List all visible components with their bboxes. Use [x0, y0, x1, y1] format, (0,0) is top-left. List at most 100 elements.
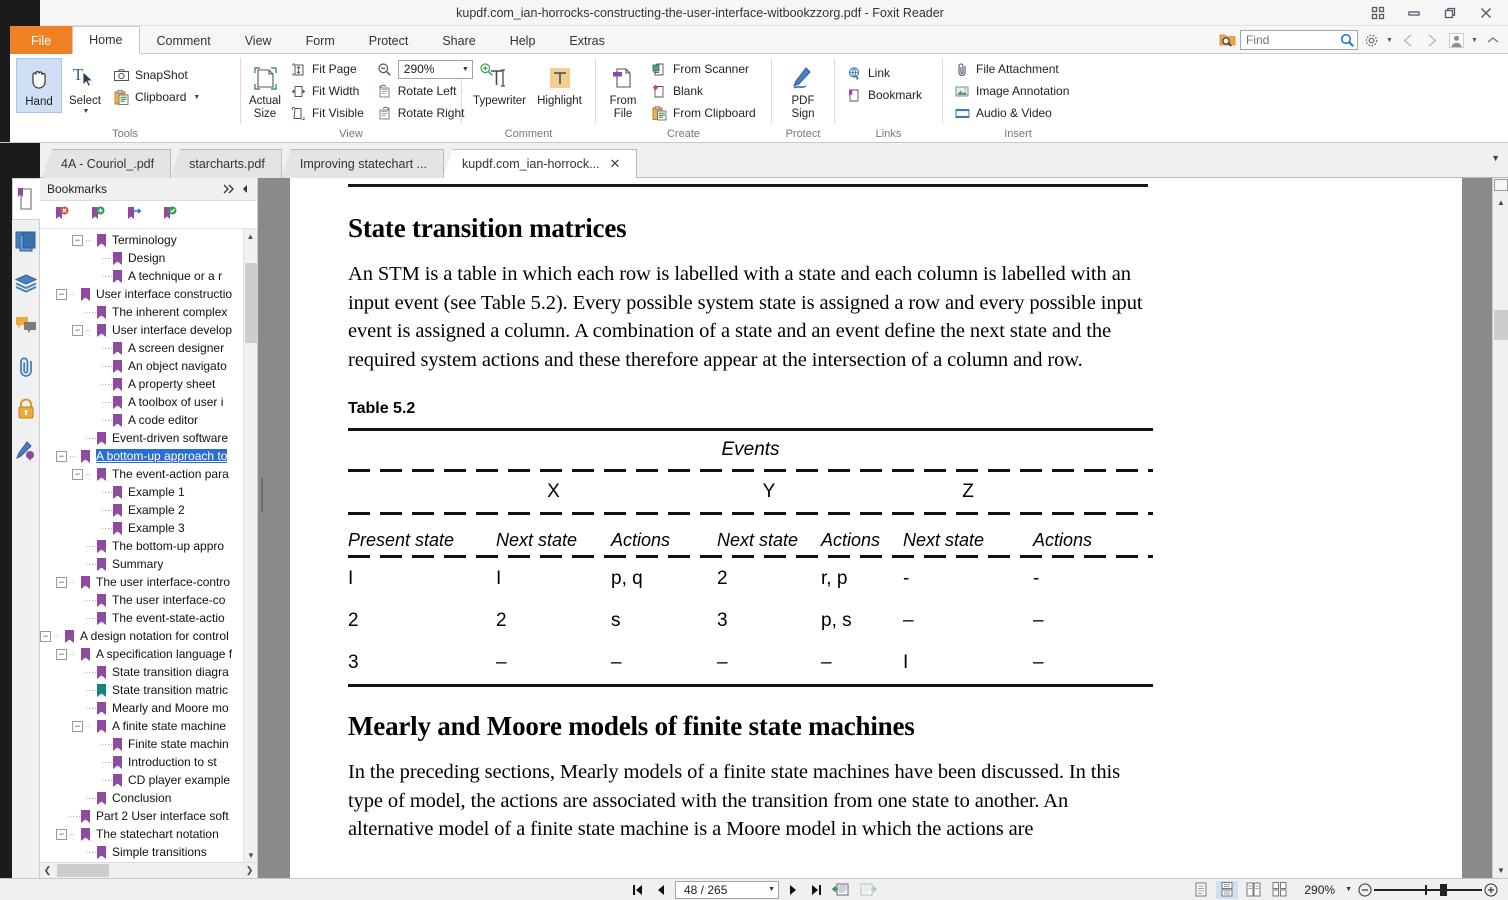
collapse-ribbon-icon[interactable]: [1482, 28, 1504, 52]
bookmark-item[interactable]: ···· State transition diagra: [40, 663, 257, 681]
zoom-slider-track[interactable]: [1374, 883, 1482, 897]
bookmark-item[interactable]: − ·· The statechart notation: [40, 825, 257, 843]
bookmark-item[interactable]: ···· A technique or a r: [40, 267, 257, 285]
bookmark-item[interactable]: ···· Introduction to st: [40, 753, 257, 771]
bookmark-item[interactable]: − ·· The event-action para: [40, 465, 257, 483]
menu-tab-view[interactable]: View: [228, 26, 289, 54]
forward-arrow-icon[interactable]: [1421, 28, 1443, 52]
maximize-icon[interactable]: [1432, 0, 1468, 26]
bookmark-item[interactable]: ···· Part 2 User interface soft: [40, 807, 257, 825]
find-input[interactable]: [1246, 33, 1340, 47]
collapse-toggle-icon[interactable]: −: [72, 234, 83, 246]
menu-tab-file[interactable]: File: [10, 26, 73, 54]
bookmark-item[interactable]: ···· Example 3: [40, 519, 257, 537]
document-tab-3[interactable]: kupdf.com_ian-horrock... ✕: [442, 149, 638, 178]
bookmarks-vertical-scrollbar[interactable]: ▲ ▼: [243, 229, 257, 862]
select-dropdown-caret-icon[interactable]: ▼: [83, 108, 90, 116]
snapshot-button[interactable]: SnapShot: [108, 64, 205, 86]
collapse-toggle-icon[interactable]: −: [72, 324, 83, 336]
document-tab-0[interactable]: 4A - Couriol_.pdf: [42, 149, 172, 178]
scroll-down-arrow-icon[interactable]: ▼: [244, 848, 257, 862]
rail-pages-button[interactable]: [12, 220, 40, 262]
collapse-toggle-icon[interactable]: −: [72, 720, 83, 732]
document-tab-2[interactable]: Improving statechart ...: [280, 149, 444, 178]
layout-facing-button[interactable]: [1242, 881, 1264, 899]
document-scroll-thumb[interactable]: [1494, 310, 1508, 340]
menu-tab-protect[interactable]: Protect: [352, 26, 426, 54]
fit-width-button[interactable]: Fit Width: [285, 80, 369, 102]
zoom-preset-caret-icon[interactable]: ▼: [1345, 886, 1352, 893]
menu-tab-help[interactable]: Help: [493, 26, 553, 54]
bookmark-item[interactable]: ···· State transition matric: [40, 681, 257, 699]
bookmark-item[interactable]: − ·· A design notation for control: [40, 627, 257, 645]
typewriter-button[interactable]: Typewriter: [469, 58, 531, 111]
panel-splitter[interactable]: [258, 178, 266, 878]
from-file-button[interactable]: From File: [602, 58, 644, 123]
bookmark-item[interactable]: − ·· User interface develop: [40, 321, 257, 339]
bookmark-item[interactable]: ···· A toolbox of user i: [40, 393, 257, 411]
scroll-top-box[interactable]: [1494, 179, 1508, 191]
previous-page-button[interactable]: [652, 881, 670, 899]
highlight-button[interactable]: Highlight: [531, 58, 589, 111]
menu-tab-extras[interactable]: Extras: [552, 26, 621, 54]
tab-overflow-caret-icon[interactable]: ▼: [1491, 153, 1500, 163]
account-avatar-icon[interactable]: [1445, 28, 1467, 52]
gear-dropdown-caret-icon[interactable]: ▼: [1384, 28, 1395, 52]
bookmark-item[interactable]: ···· CD player example: [40, 771, 257, 789]
bookmark-item[interactable]: ···· A code editor: [40, 411, 257, 429]
bookmarks-tree[interactable]: − ·· Terminology ···· Design ···· A technique …: [40, 229, 257, 862]
fit-page-button[interactable]: Fit Page: [285, 58, 369, 80]
scroll-up-arrow-icon[interactable]: ▲: [244, 229, 257, 243]
document-view[interactable]: State transition matrices An STM is a ta…: [266, 178, 1508, 878]
collapse-toggle-icon[interactable]: −: [72, 468, 83, 480]
scroll-down-arrow-icon[interactable]: ▼: [1493, 862, 1508, 878]
rail-attachments-button[interactable]: [12, 346, 40, 388]
actual-size-button[interactable]: Actual Size: [247, 58, 283, 123]
document-vertical-scrollbar[interactable]: ▲ ▼: [1492, 178, 1508, 878]
scroll-right-arrow-icon[interactable]: ❯: [242, 865, 257, 876]
expand-panel-icon[interactable]: [221, 179, 237, 199]
bookmark-item[interactable]: − ·· The user interface-contro: [40, 573, 257, 591]
rail-security-button[interactable]: [12, 388, 40, 430]
collapse-toggle-icon[interactable]: −: [56, 450, 67, 462]
bookmarks-horizontal-scrollbar[interactable]: ❮ ❯: [40, 862, 257, 878]
close-tab-icon[interactable]: ✕: [610, 156, 621, 172]
menu-tab-comment[interactable]: Comment: [140, 26, 228, 54]
bookmark-verify-icon[interactable]: [160, 205, 180, 225]
bookmark-item[interactable]: ···· Example 1: [40, 483, 257, 501]
bookmark-item[interactable]: ···· Design: [40, 249, 257, 267]
clipboard-button[interactable]: Clipboard ▼: [108, 86, 205, 108]
bookmark-item[interactable]: ···· Conclusion: [40, 789, 257, 807]
bookmark-item[interactable]: − ·· A finite state machine: [40, 717, 257, 735]
scroll-up-arrow-icon[interactable]: ▲: [1493, 194, 1508, 210]
menu-tab-form[interactable]: Form: [289, 26, 352, 54]
collapse-toggle-icon[interactable]: −: [56, 576, 67, 588]
rail-layers-button[interactable]: [12, 262, 40, 304]
rail-bookmarks-button[interactable]: [12, 178, 40, 220]
rail-signature-button[interactable]: [12, 430, 40, 472]
back-arrow-icon[interactable]: [1397, 28, 1419, 52]
collapse-panel-icon[interactable]: [237, 179, 253, 199]
bookmark-item[interactable]: − ·· User interface constructio: [40, 285, 257, 303]
collapse-toggle-icon[interactable]: −: [56, 648, 67, 660]
collapse-toggle-icon[interactable]: −: [56, 288, 67, 300]
from-clipboard-button[interactable]: From Clipboard: [646, 102, 761, 124]
bookmark-item[interactable]: ···· Mearly and Moore mo: [40, 699, 257, 717]
zoom-slider[interactable]: [1356, 881, 1500, 899]
bookmark-item[interactable]: ···· The bottom-up appro: [40, 537, 257, 555]
zoom-out-icon[interactable]: [376, 61, 393, 78]
bookmarks-hscroll-track[interactable]: [55, 864, 242, 877]
bookmark-item[interactable]: ···· A property sheet: [40, 375, 257, 393]
layout-continuous-facing-button[interactable]: [1268, 881, 1290, 899]
from-scanner-button[interactable]: From Scanner: [646, 58, 761, 80]
bookmark-item[interactable]: ···· Summary: [40, 555, 257, 573]
link-button[interactable]: Link: [841, 62, 927, 84]
bookmark-item[interactable]: ···· The event-state-actio: [40, 609, 257, 627]
bookmark-item[interactable]: ···· Example 2: [40, 501, 257, 519]
bookmark-item[interactable]: ···· The user interface-co: [40, 591, 257, 609]
bookmark-item[interactable]: ···· An object navigato: [40, 357, 257, 375]
bookmark-button[interactable]: Bookmark: [841, 84, 927, 106]
bookmark-goto-icon[interactable]: [124, 205, 144, 225]
clipboard-dropdown-caret-icon[interactable]: ▼: [193, 94, 200, 101]
bookmark-item[interactable]: ···· Event-driven software: [40, 429, 257, 447]
